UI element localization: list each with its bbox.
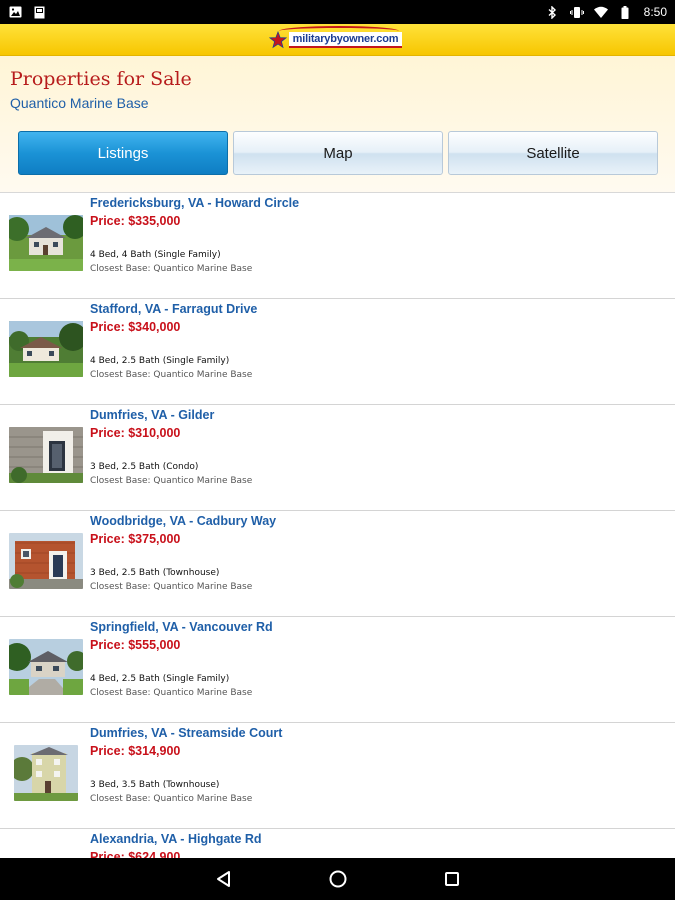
sd-card-icon [32, 5, 46, 19]
status-right: 8:50 [546, 5, 667, 19]
listing-closest-base: Closest Base: Quantico Marine Base [90, 370, 253, 380]
listing-closest-base: Closest Base: Quantico Marine Base [90, 264, 253, 274]
property-photo[interactable] [14, 745, 78, 801]
property-photo[interactable] [9, 215, 83, 271]
property-photo[interactable] [9, 427, 83, 483]
star-icon [268, 30, 287, 49]
listing-item[interactable]: Dumfries, VA - Gilder Price: $310,000 3 … [0, 405, 675, 511]
header-logo-bar: militarybyowner.com [0, 24, 675, 56]
app-root: 8:50 militarybyowner.com Properties for … [0, 0, 675, 900]
home-icon[interactable] [324, 865, 352, 893]
battery-icon [618, 5, 632, 19]
listing-closest-base: Closest Base: Quantico Marine Base [90, 688, 253, 698]
clock-time: 8:50 [643, 5, 667, 19]
listing-title[interactable]: Dumfries, VA - Streamside Court [90, 726, 282, 740]
listing-item[interactable]: Woodbridge, VA - Cadbury Way Price: $375… [0, 511, 675, 617]
listing-price: Price: $335,000 [90, 214, 181, 228]
tab-map[interactable]: Map [233, 131, 443, 175]
property-photo[interactable] [9, 639, 83, 695]
listing-closest-base: Closest Base: Quantico Marine Base [90, 582, 253, 592]
tab-satellite[interactable]: Satellite [448, 131, 658, 175]
listing-details: 3 Bed, 2.5 Bath (Condo) [90, 462, 199, 472]
page-subtitle: Quantico Marine Base [10, 95, 149, 111]
property-photo[interactable] [9, 851, 83, 858]
recents-icon[interactable] [438, 865, 466, 893]
logo-arc [278, 25, 399, 36]
page-title: Properties for Sale [10, 68, 192, 90]
listing-closest-base: Closest Base: Quantico Marine Base [90, 476, 253, 486]
listing-price: Price: $555,000 [90, 638, 181, 652]
wifi-icon [593, 5, 608, 19]
vibrate-icon [569, 5, 584, 19]
listing-item[interactable]: Springfield, VA - Vancouver Rd Price: $5… [0, 617, 675, 723]
listing-price: Price: $340,000 [90, 320, 181, 334]
listing-list[interactable]: Fredericksburg, VA - Howard Circle Price… [0, 192, 675, 858]
listing-item[interactable]: Dumfries, VA - Streamside Court Price: $… [0, 723, 675, 829]
view-tabs: Listings Map Satellite [18, 131, 658, 175]
listing-price: Price: $310,000 [90, 426, 181, 440]
listing-title[interactable]: Dumfries, VA - Gilder [90, 408, 214, 422]
listing-item[interactable]: Alexandria, VA - Highgate Rd Price: $624… [0, 829, 675, 858]
property-photo[interactable] [9, 533, 83, 589]
system-nav-bar [0, 858, 675, 900]
listing-title[interactable]: Stafford, VA - Farragut Drive [90, 302, 257, 316]
status-bar: 8:50 [0, 0, 675, 24]
listing-title[interactable]: Alexandria, VA - Highgate Rd [90, 832, 262, 846]
listing-price: Price: $314,900 [90, 744, 181, 758]
listing-details: 3 Bed, 3.5 Bath (Townhouse) [90, 780, 220, 790]
listing-item[interactable]: Fredericksburg, VA - Howard Circle Price… [0, 193, 675, 299]
tab-listings[interactable]: Listings [18, 131, 228, 175]
bluetooth-icon [546, 5, 560, 19]
image-icon [8, 5, 22, 19]
listing-title[interactable]: Fredericksburg, VA - Howard Circle [90, 196, 299, 210]
brand-logo[interactable]: militarybyowner.com [267, 25, 409, 52]
listing-details: 3 Bed, 2.5 Bath (Townhouse) [90, 568, 220, 578]
property-photo[interactable] [9, 321, 83, 377]
title-area: Properties for Sale Quantico Marine Base… [0, 56, 675, 192]
listing-title[interactable]: Woodbridge, VA - Cadbury Way [90, 514, 276, 528]
back-icon[interactable] [210, 865, 238, 893]
listing-details: 4 Bed, 2.5 Bath (Single Family) [90, 674, 230, 684]
listing-price: Price: $624,900 [90, 850, 181, 858]
listing-title[interactable]: Springfield, VA - Vancouver Rd [90, 620, 273, 634]
listing-price: Price: $375,000 [90, 532, 181, 546]
listing-details: 4 Bed, 4 Bath (Single Family) [90, 250, 221, 260]
status-left [8, 5, 46, 19]
listing-item[interactable]: Stafford, VA - Farragut Drive Price: $34… [0, 299, 675, 405]
listing-details: 4 Bed, 2.5 Bath (Single Family) [90, 356, 230, 366]
listing-closest-base: Closest Base: Quantico Marine Base [90, 794, 253, 804]
